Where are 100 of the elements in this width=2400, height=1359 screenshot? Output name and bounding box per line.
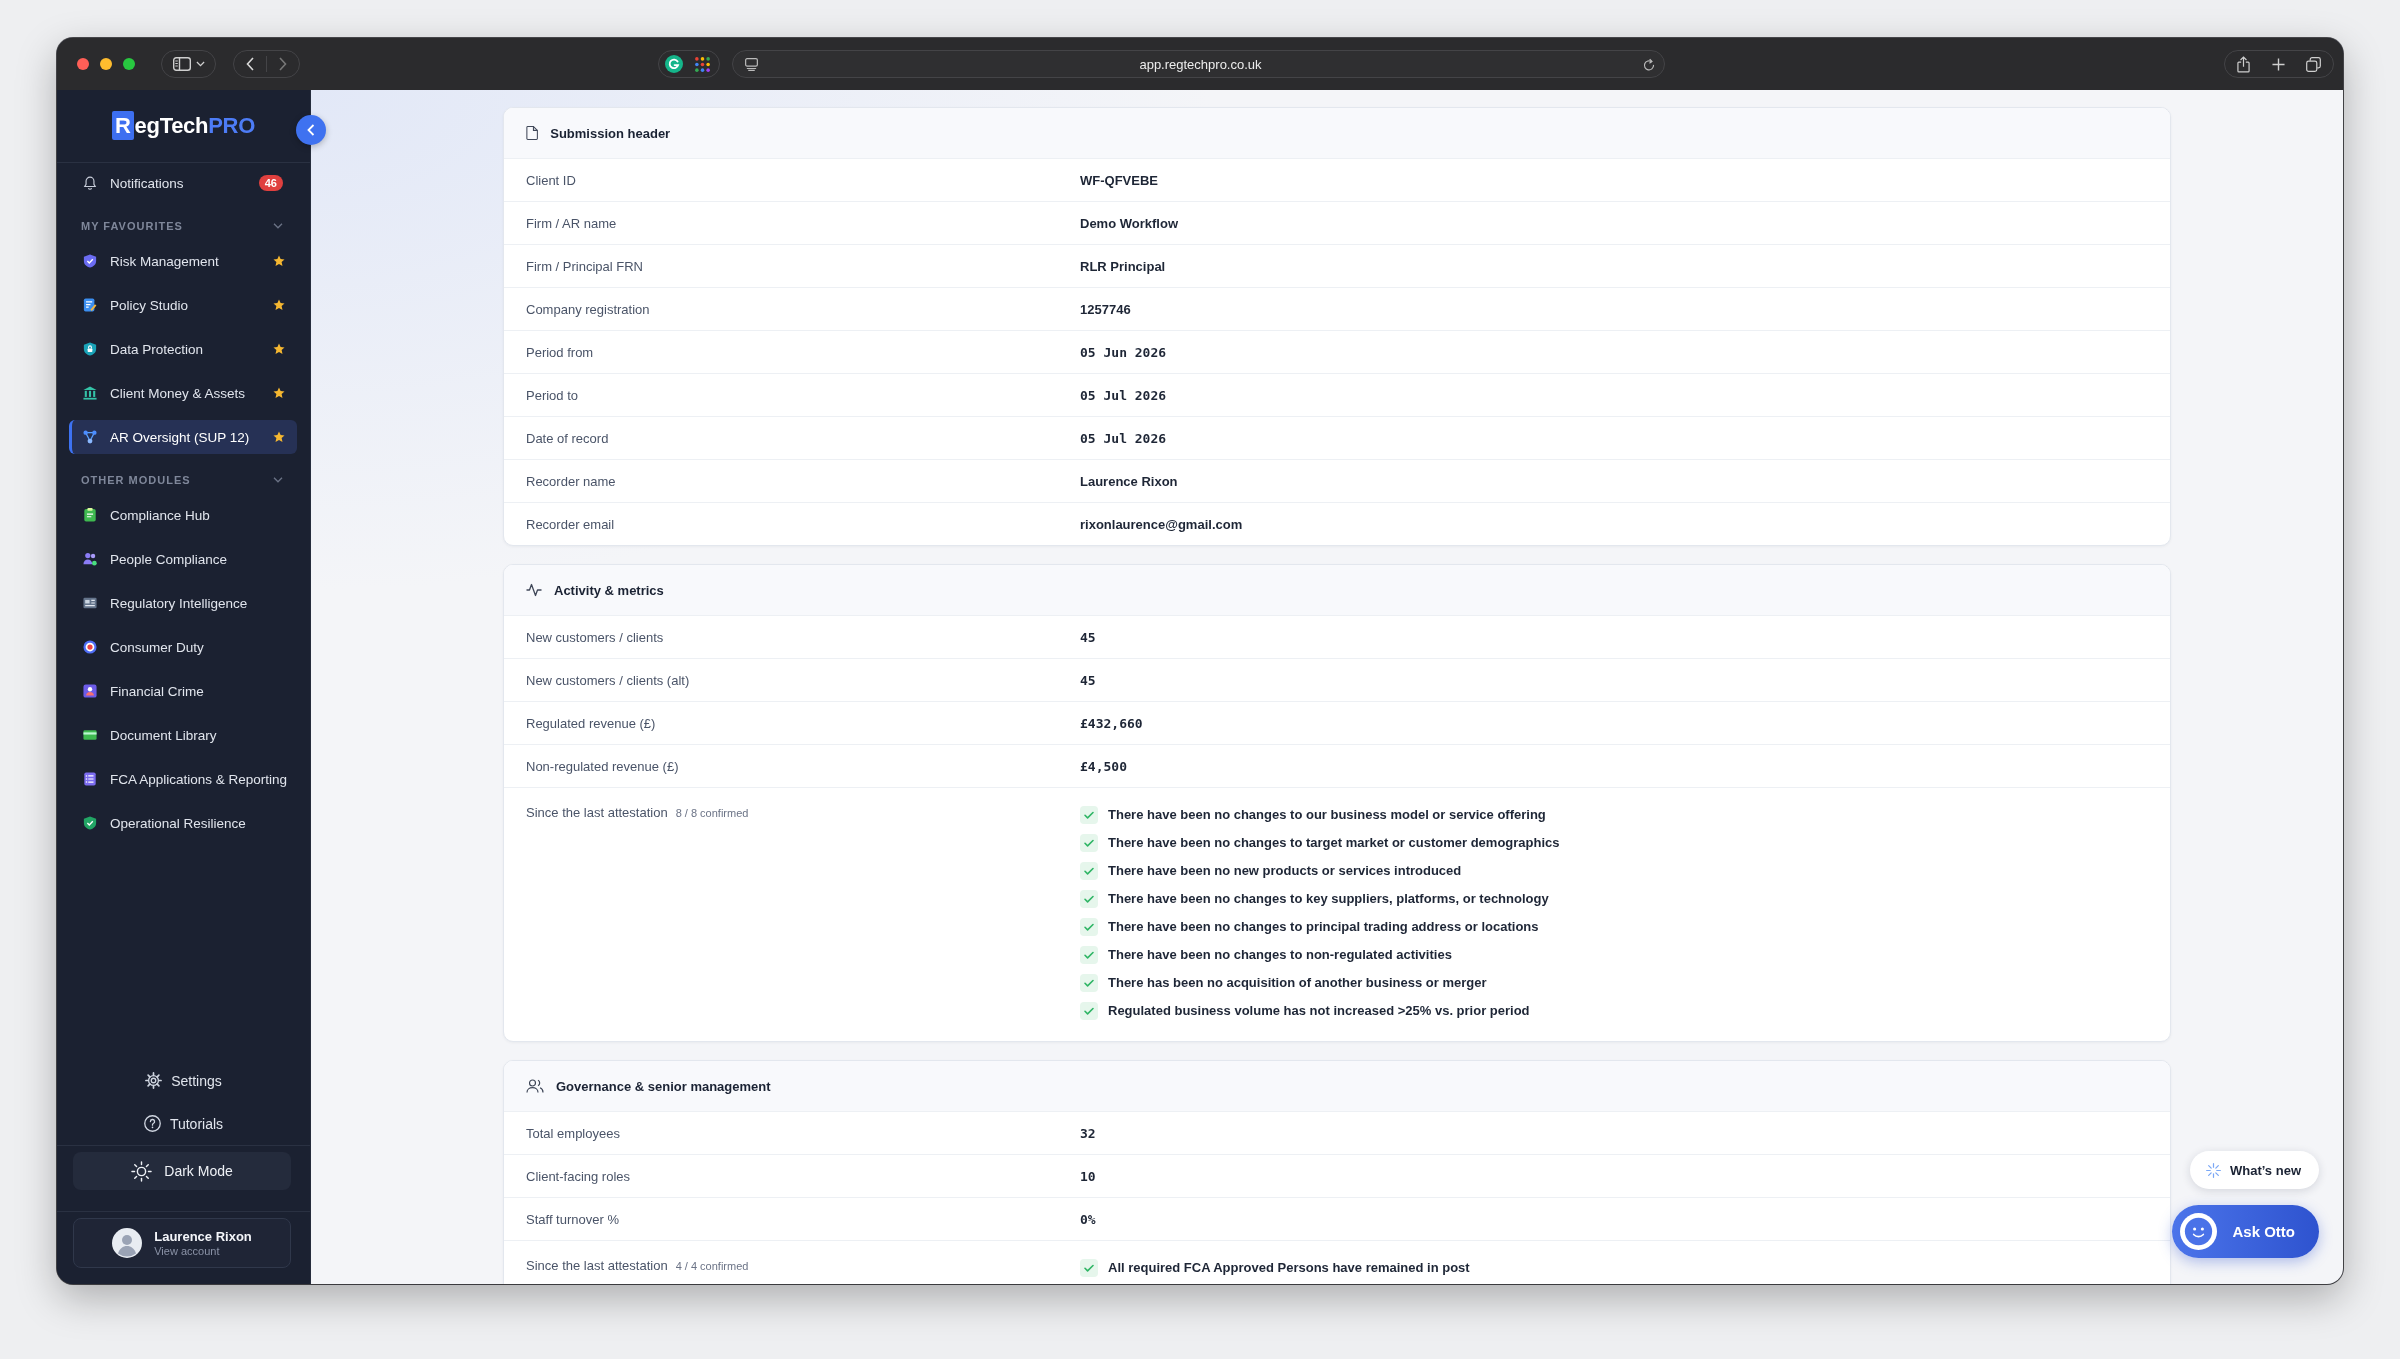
field-value: 05 Jul 2026 [1080,430,1167,446]
logo: R egTechPRO [112,112,255,140]
field-label: Date of record [526,430,609,446]
star-icon[interactable] [273,255,285,267]
confirmed-count: 8 / 8 confirmed [675,806,749,821]
view-account-link[interactable]: View account [154,1244,252,1258]
url-text: app.regtechpro.co.uk [1139,56,1262,72]
bell-icon [83,176,97,190]
window-zoom-button[interactable] [123,58,135,70]
attestation-statement: There have been no changes to non-regulated activities [1108,946,1452,964]
plus-icon[interactable] [2271,57,2285,71]
help-icon [143,1115,161,1132]
sidebar-group-heading: MY FAVOURITES [81,220,183,232]
confirmed-count: 4 / 4 confirmed [675,1259,749,1274]
settings-icon [145,1072,163,1089]
chevron-down-icon[interactable] [273,477,283,483]
sidebar-item[interactable]: Policy Studio [69,288,297,322]
section-title: Governance & senior management [556,1078,771,1094]
smiley-icon [2180,1213,2218,1250]
list-icon [83,772,97,786]
chevron-right-icon[interactable] [279,57,287,71]
field-label: Recorder name [526,473,616,489]
field-label: New customers / clients (alt) [526,672,690,688]
network-icon [83,430,97,444]
field-value: 0% [1080,1211,1096,1227]
field-value: 32 [1080,1125,1096,1141]
section-title: Activity & metrics [554,582,664,598]
settings-link[interactable]: Settings [145,1059,222,1102]
shield-check-icon [83,816,97,830]
sidebar-item[interactable]: People Compliance [69,542,297,576]
field-label: Firm / Principal FRN [526,258,643,274]
account-card[interactable]: Laurence Rixon View account [73,1218,291,1268]
attestation-statement: There have been no changes to principal trading address or locations [1108,918,1539,936]
field-label: Recorder email [526,516,615,532]
shield-lock-icon [83,342,97,356]
chevron-down-icon [196,61,205,67]
sidebar-item[interactable]: AR Oversight (SUP 12) [69,420,297,454]
page-menu-icon[interactable] [745,57,758,71]
field-value: RLR Principal [1080,258,1166,274]
star-icon[interactable] [273,431,285,443]
field-value: £4,500 [1080,758,1127,774]
chevron-left-icon[interactable] [246,57,254,71]
ask-otto-button[interactable]: Ask Otto [2172,1205,2319,1258]
sidebar-item[interactable]: Risk Management [69,244,297,278]
clipboard-icon [83,508,97,522]
tutorials-link[interactable]: Tutorials [143,1102,224,1145]
field-label: Period from [526,344,594,360]
people-icon [526,1079,544,1093]
sidebar-item[interactable]: Regulatory Intelligence [69,586,297,620]
attestation-statement: There have been no changes to our business model or service offering [1108,806,1546,824]
notifications-item[interactable]: Notifications 46 [69,166,297,200]
chevron-down-icon[interactable] [273,223,283,229]
field-value: £432,660 [1080,715,1143,731]
field-label: New customers / clients [526,629,664,645]
reload-icon[interactable] [1643,57,1655,71]
sidebar-item[interactable]: Document Library [69,718,297,752]
attestation-statement: There have been no changes to key suppliers, platforms, or technology [1108,890,1549,908]
chevron-left-icon [307,124,315,136]
sidebar-item[interactable]: Client Money & Assets [69,376,297,410]
id-card-icon [83,684,97,698]
window-close-button[interactable] [77,58,89,70]
field-value: Laurence Rixon [1080,473,1178,489]
field-value: 45 [1080,672,1096,688]
newspaper-icon [83,596,97,610]
field-label: Period to [526,387,579,403]
whats-new-button[interactable]: What’s new [2189,1151,2319,1189]
spinner-icon [2205,1162,2221,1178]
dark-mode-button[interactable]: Dark Mode [73,1152,291,1190]
app-grid-icon[interactable] [695,56,710,72]
star-icon[interactable] [273,343,285,355]
field-label: Client-facing roles [526,1168,631,1184]
sidebar-item[interactable]: Operational Resilience [69,806,297,840]
field-label: Company registration [526,301,650,317]
field-value: Demo Workflow [1080,215,1178,231]
document-icon [83,298,97,312]
attestation-statement: Regulated business volume has not increased >25% vs. prior period [1108,1002,1530,1020]
attestation-statement: There have been no new products or services introduced [1108,862,1462,880]
notification-count-badge: 46 [258,175,283,191]
target-icon [83,640,97,654]
section-title: Submission header [550,125,671,141]
field-value: rixonlaurence@gmail.com [1080,516,1243,532]
field-label: Non-regulated revenue (£) [526,758,679,774]
sidebar-item[interactable]: Data Protection [69,332,297,366]
window-minimize-button[interactable] [100,58,112,70]
star-icon[interactable] [273,387,285,399]
sidebar-item[interactable]: Compliance Hub [69,498,297,532]
field-label: Regulated revenue (£) [526,715,656,731]
extension-icon[interactable] [665,55,683,73]
tabs-icon[interactable] [2306,56,2321,72]
sidebar-item[interactable]: Consumer Duty [69,630,297,664]
address-bar[interactable]: app.regtechpro.co.uk [732,50,1665,78]
sun-icon [131,1160,153,1182]
share-icon[interactable] [2237,55,2250,73]
sidebar-icon [173,57,191,71]
sidebar-item[interactable]: FCA Applications & Reporting [69,762,297,796]
sidebar-item[interactable]: Financial Crime [69,674,297,708]
field-label: Since the last attestation [526,804,668,822]
field-value: 05 Jul 2026 [1080,387,1167,403]
star-icon[interactable] [273,299,285,311]
field-value: 1257746 [1080,301,1131,317]
